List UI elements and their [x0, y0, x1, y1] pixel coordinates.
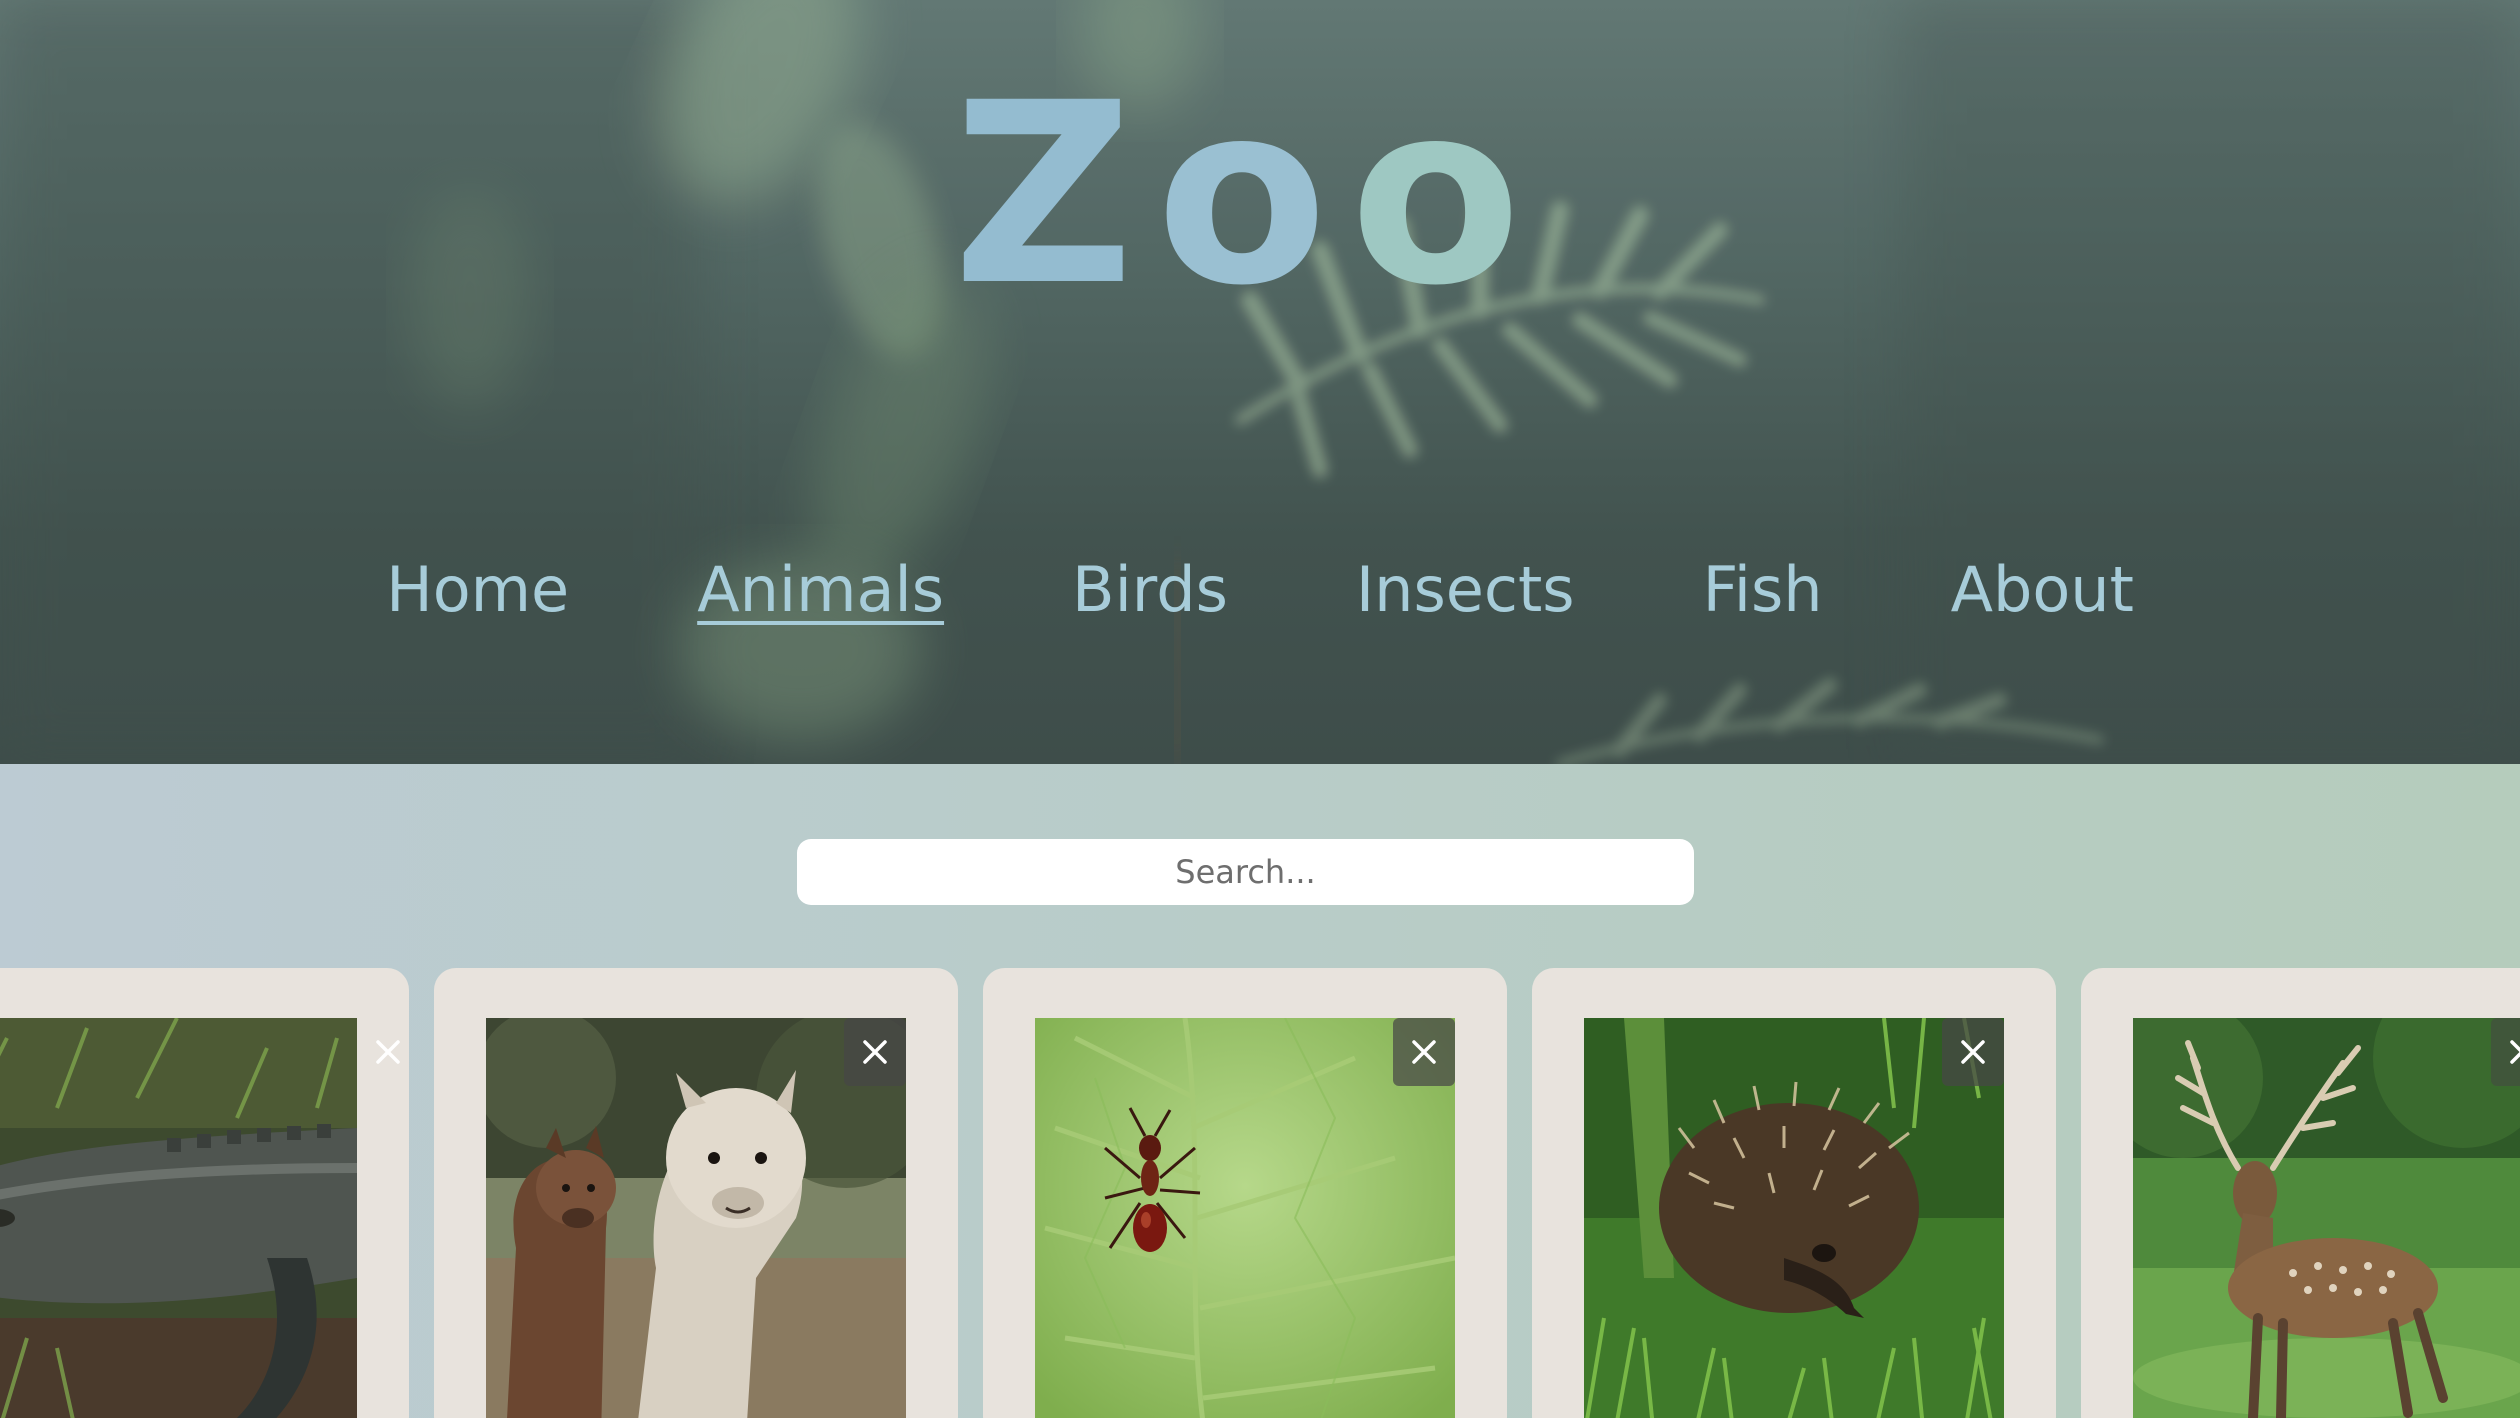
close-icon	[1412, 1040, 1436, 1064]
search-bar	[797, 839, 1694, 905]
search-input[interactable]	[797, 839, 1694, 905]
logo-letter: Z	[952, 49, 1164, 340]
nav-animals[interactable]: Animals	[697, 550, 944, 630]
main-nav: Home Animals Birds Insects Fish About	[0, 550, 2520, 630]
zoo-page: Zoo Home Animals Birds Insects Fish Abou…	[0, 0, 2520, 1418]
animal-card-ant[interactable]	[983, 968, 1507, 1418]
remove-card-button[interactable]	[1393, 1018, 1455, 1086]
remove-card-button[interactable]	[357, 1018, 409, 1086]
animal-card-list	[0, 968, 2520, 1418]
hero-header: Zoo Home Animals Birds Insects Fish Abou…	[0, 0, 2520, 764]
animal-card-alligator[interactable]	[0, 968, 409, 1418]
nav-birds[interactable]: Birds	[1072, 550, 1228, 630]
nav-home[interactable]: Home	[386, 550, 569, 630]
echidna-image	[1584, 1018, 2004, 1418]
animals-content	[0, 764, 2520, 1418]
site-logo: Zoo	[0, 70, 2520, 320]
close-icon	[376, 1040, 400, 1064]
close-icon	[2510, 1040, 2520, 1064]
nav-fish[interactable]: Fish	[1703, 550, 1823, 630]
ant-image	[1035, 1018, 1455, 1418]
alligator-image	[0, 1018, 357, 1418]
remove-card-button[interactable]	[844, 1018, 906, 1086]
close-icon	[863, 1040, 887, 1064]
nav-about[interactable]: About	[1951, 550, 2134, 630]
remove-card-button[interactable]	[1942, 1018, 2004, 1086]
logo-letter: o	[1349, 49, 1552, 340]
close-icon	[1961, 1040, 1985, 1064]
remove-card-button[interactable]	[2491, 1018, 2520, 1086]
animal-card-echidna[interactable]	[1532, 968, 2056, 1418]
nav-insects[interactable]: Insects	[1356, 550, 1575, 630]
animal-card-deer[interactable]	[2081, 968, 2520, 1418]
alpaca-image	[486, 1018, 906, 1418]
animal-card-alpaca[interactable]	[434, 968, 958, 1418]
deer-image	[2133, 1018, 2520, 1418]
logo-letter: o	[1155, 49, 1358, 340]
